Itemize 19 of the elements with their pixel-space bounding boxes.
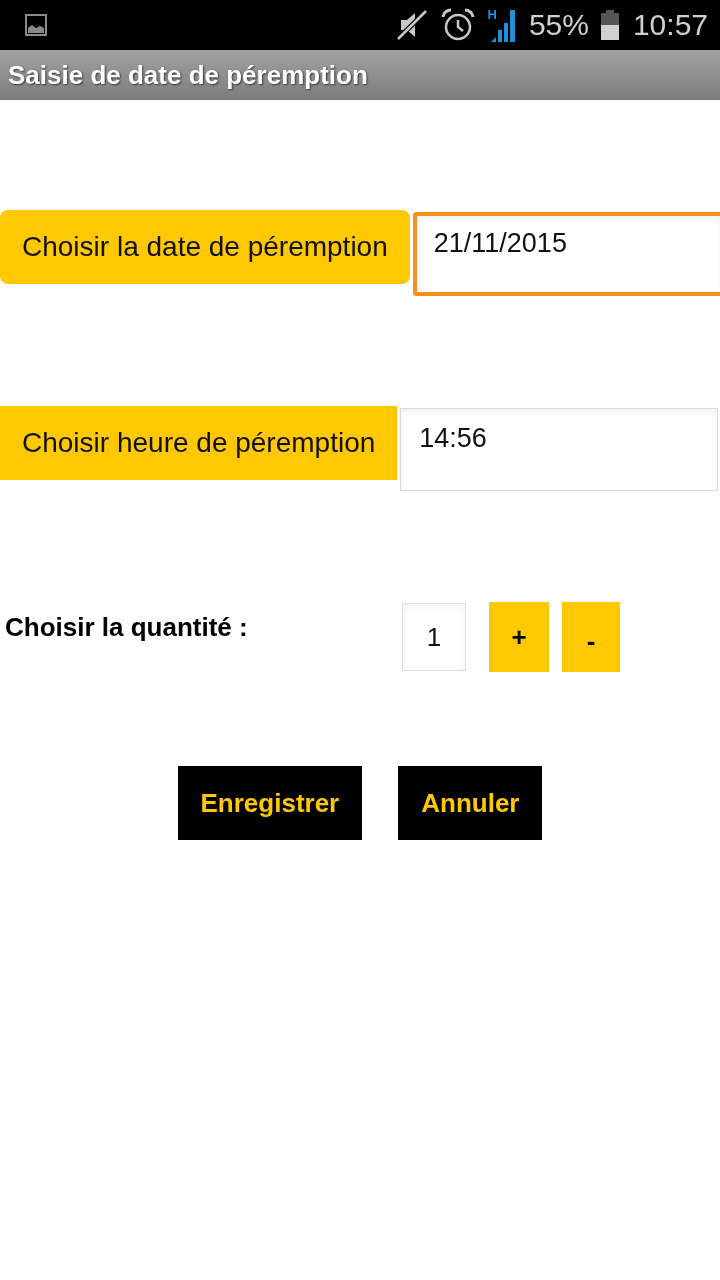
save-button[interactable]: Enregistrer bbox=[177, 766, 363, 840]
muted-speaker-icon bbox=[395, 9, 430, 41]
battery-percent: 55% bbox=[528, 8, 589, 42]
time-field[interactable]: 14:56 bbox=[400, 408, 718, 491]
signal-icon bbox=[490, 10, 517, 42]
alarm-clock-icon bbox=[441, 8, 476, 42]
increment-button[interactable]: + bbox=[489, 602, 549, 672]
time-picker-button[interactable]: Choisir heure de péremption bbox=[0, 406, 398, 480]
quantity-field[interactable]: 1 bbox=[402, 603, 466, 671]
screen-title: Saisie de date de péremption bbox=[8, 59, 368, 91]
cancel-button[interactable]: Annuler bbox=[398, 766, 543, 840]
picture-icon bbox=[25, 14, 47, 36]
clock-time: 10:57 bbox=[632, 8, 708, 42]
date-picker-button[interactable]: Choisir la date de péremption bbox=[0, 210, 410, 284]
network-type: H bbox=[487, 8, 497, 21]
battery-icon bbox=[600, 10, 619, 40]
quantity-label: Choisir la quantité : bbox=[4, 612, 249, 643]
date-field[interactable]: 21/11/2015 bbox=[412, 212, 720, 296]
decrement-button[interactable]: - bbox=[562, 602, 620, 672]
